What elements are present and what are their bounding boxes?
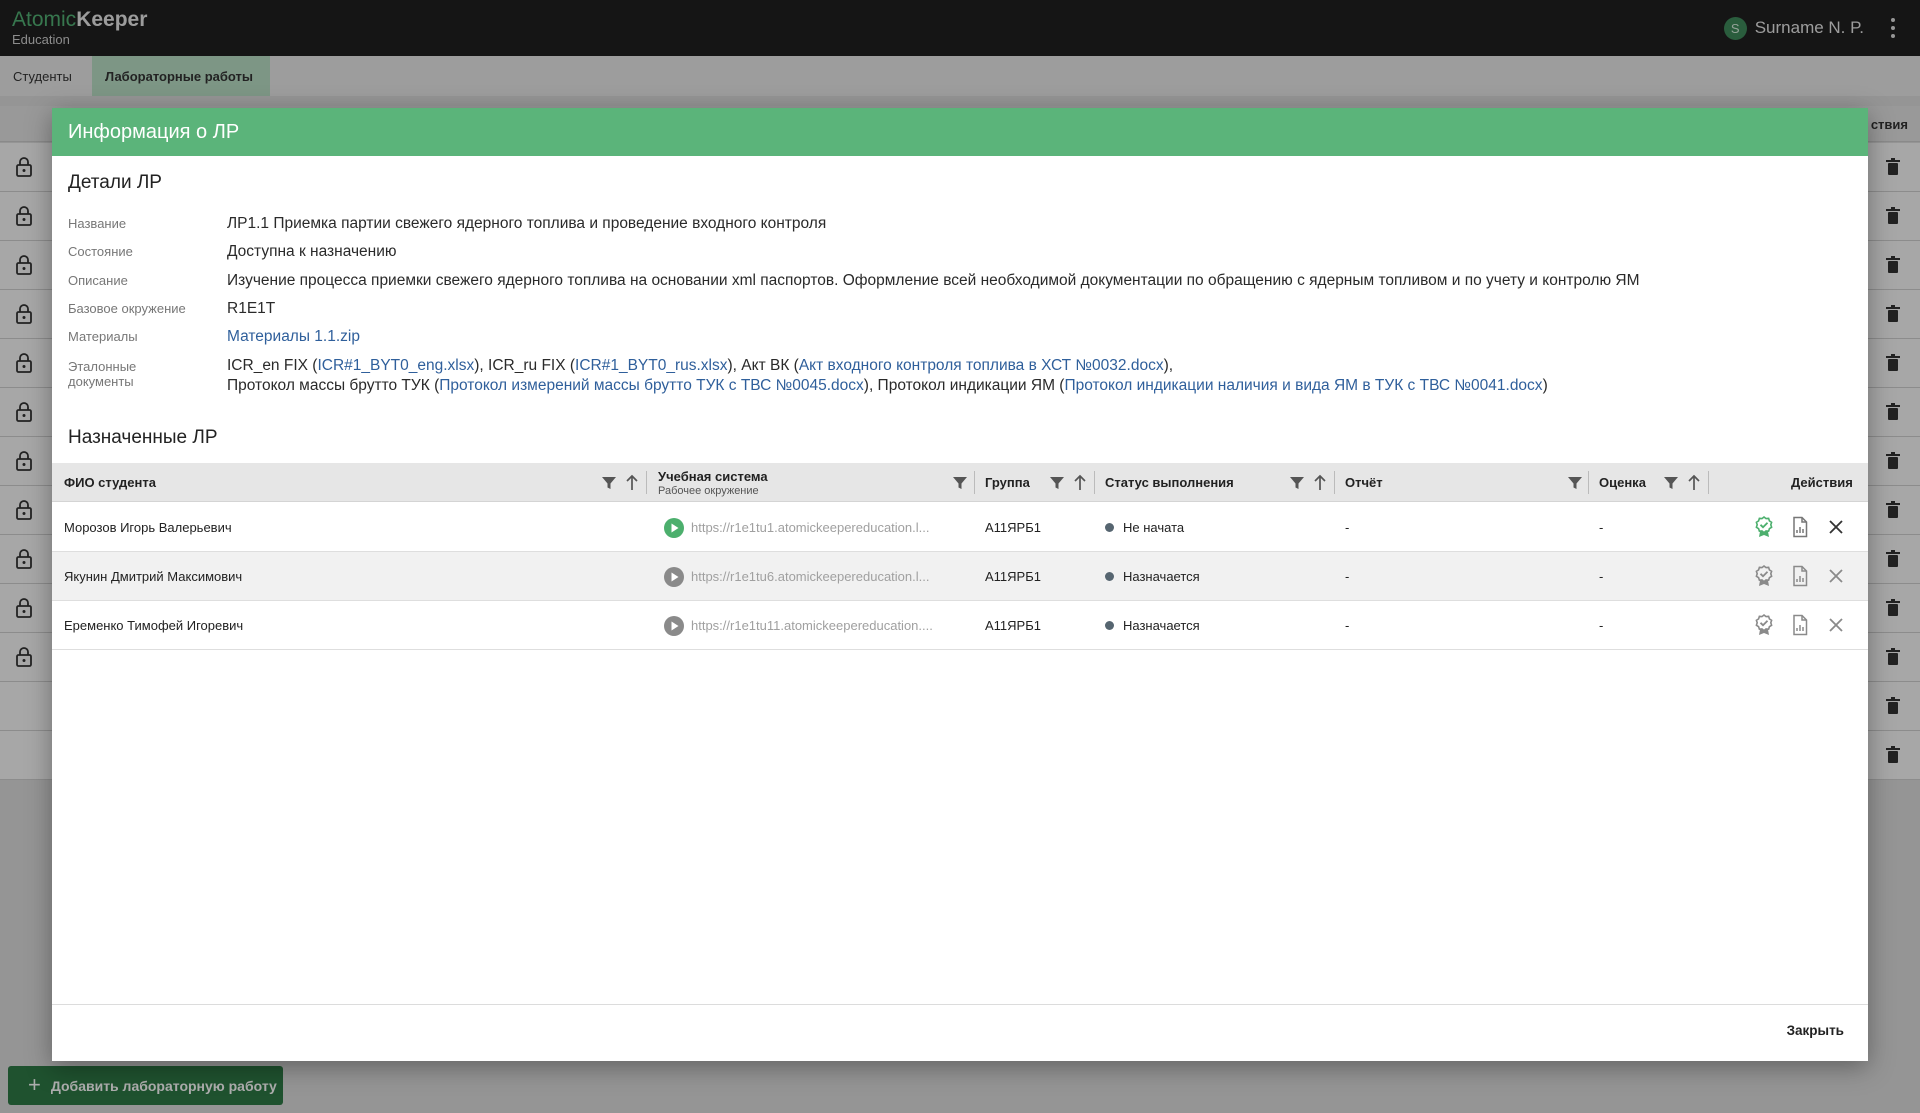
group-cell: А11ЯРБ1 xyxy=(985,569,1041,584)
status-cell: Назначается xyxy=(1105,552,1200,601)
table-row[interactable]: Якунин Дмитрий Максимович https://r1e1tu… xyxy=(52,552,1868,601)
refdocs-line2: Протокол массы брутто ТУК (Протокол изме… xyxy=(227,376,1548,396)
col-grade: Оценка xyxy=(1599,475,1646,490)
status-text: Назначается xyxy=(1123,569,1200,584)
status-dot xyxy=(1105,572,1114,581)
col-system-subtitle: Рабочее окружение xyxy=(658,484,759,497)
play-circle-icon[interactable] xyxy=(664,517,684,538)
grade-award-icon[interactable] xyxy=(1752,515,1776,539)
refdoc-link-icr-eng[interactable]: ICR#1_BYT0_eng.xlsx xyxy=(317,357,474,374)
dialog-title: Информация о ЛР xyxy=(52,108,1868,156)
student-name: Еременко Тимофей Игоревич xyxy=(64,618,244,633)
report-document-icon[interactable] xyxy=(1788,613,1812,637)
detail-env-value: R1E1T xyxy=(227,300,276,317)
status-text: Назначается xyxy=(1123,618,1200,633)
refdoc-text: Протокол массы брутто ТУК ( xyxy=(227,377,440,394)
system-cell: https://r1e1tu6.atomickeepereducation.l.… xyxy=(664,552,951,601)
assigned-section-title: Назначенные ЛР xyxy=(68,427,218,448)
col-report: Отчёт xyxy=(1345,475,1383,490)
lab-info-dialog: Информация о ЛР Детали ЛР Название ЛР1.1… xyxy=(52,108,1868,1061)
close-icon[interactable] xyxy=(1824,613,1848,637)
group-cell: А11ЯРБ1 xyxy=(985,520,1041,535)
status-dot xyxy=(1105,621,1114,630)
grade-cell: - xyxy=(1599,520,1604,535)
system-cell: https://r1e1tu11.atomickeepereducation..… xyxy=(664,601,951,650)
group-cell: А11ЯРБ1 xyxy=(985,618,1041,633)
filter-icon[interactable] xyxy=(1289,475,1305,491)
refdoc-link-act-vk[interactable]: Акт входного контроля топлива в ХСТ №003… xyxy=(799,357,1164,374)
details-section-title: Детали ЛР xyxy=(68,172,162,193)
sort-arrow-up-icon[interactable] xyxy=(625,474,639,491)
report-cell: - xyxy=(1345,520,1350,535)
play-circle-icon[interactable] xyxy=(664,615,684,636)
status-cell: Не начата xyxy=(1105,503,1184,552)
refdoc-link-gross-mass[interactable]: Протокол измерений массы брутто ТУК с ТВ… xyxy=(439,377,864,394)
report-cell: - xyxy=(1345,618,1350,633)
detail-description-label: Описание xyxy=(68,273,128,288)
sort-arrow-up-icon[interactable] xyxy=(1687,474,1701,491)
sort-arrow-up-icon[interactable] xyxy=(1073,474,1087,491)
sort-arrow-up-icon[interactable] xyxy=(1313,474,1327,491)
col-student: ФИО студента xyxy=(64,475,156,490)
filter-icon[interactable] xyxy=(1567,475,1583,491)
student-name: Морозов Игорь Валерьевич xyxy=(64,520,232,535)
student-name: Якунин Дмитрий Максимович xyxy=(64,569,243,584)
col-group: Группа xyxy=(985,475,1030,490)
detail-materials-label: Материалы xyxy=(68,329,138,344)
detail-name-value: ЛР1.1 Приемка партии свежего ядерного то… xyxy=(227,215,827,232)
refdocs-label-line2: документы xyxy=(68,374,134,389)
materials-link[interactable]: Материалы 1.1.zip xyxy=(227,327,360,347)
status-cell: Назначается xyxy=(1105,601,1200,650)
report-document-icon[interactable] xyxy=(1788,515,1812,539)
report-cell: - xyxy=(1345,569,1350,584)
system-url-link[interactable]: https://r1e1tu6.atomickeepereducation.l.… xyxy=(691,569,951,584)
detail-env-label: Базовое окружение xyxy=(68,301,186,316)
detail-state-label: Состояние xyxy=(68,244,133,259)
refdoc-text: ICR_en FIX ( xyxy=(227,357,318,374)
filter-icon[interactable] xyxy=(1049,475,1065,491)
refdoc-link-icr-rus[interactable]: ICR#1_BYT0_rus.xlsx xyxy=(575,357,727,374)
dialog-footer: Закрыть xyxy=(52,1004,1868,1061)
filter-icon[interactable] xyxy=(1663,475,1679,491)
grade-award-icon[interactable] xyxy=(1752,613,1776,637)
refdoc-text: ), Протокол индикации ЯМ ( xyxy=(863,377,1065,394)
status-text: Не начата xyxy=(1123,520,1185,535)
refdoc-link-indication[interactable]: Протокол индикации наличия и вида ЯМ в Т… xyxy=(1064,377,1542,394)
refdoc-text: ), ICR_ru FIX ( xyxy=(474,357,576,374)
detail-description-value: Изучение процесса приемки свежего ядерно… xyxy=(227,272,1640,289)
detail-name-label: Название xyxy=(68,216,127,231)
grade-cell: - xyxy=(1599,618,1604,633)
table-row[interactable]: Еременко Тимофей Игоревич https://r1e1tu… xyxy=(52,601,1868,650)
play-circle-icon[interactable] xyxy=(664,566,684,587)
system-url-link[interactable]: https://r1e1tu1.atomickeepereducation.l.… xyxy=(691,520,951,535)
filter-icon[interactable] xyxy=(601,475,617,491)
detail-refdocs-label: Эталонные документы xyxy=(68,359,218,389)
grade-cell: - xyxy=(1599,569,1604,584)
status-dot xyxy=(1105,523,1114,532)
refdoc-text: ) xyxy=(1542,377,1548,394)
close-dialog-button[interactable]: Закрыть xyxy=(1787,1023,1844,1038)
col-system: Учебная система Рабочее окружение xyxy=(658,468,768,497)
system-url-link[interactable]: https://r1e1tu11.atomickeepereducation..… xyxy=(691,618,951,633)
col-actions: Действия xyxy=(1791,475,1853,490)
assigned-table-header: ФИО студента Учебная система Рабочее окру… xyxy=(52,463,1868,502)
filter-icon[interactable] xyxy=(952,475,968,491)
detail-state-value: Доступна к назначению xyxy=(227,243,397,260)
refdoc-text: ), Акт ВК ( xyxy=(727,357,799,374)
refdocs-label-line1: Эталонные xyxy=(68,359,137,374)
refdocs-line1: ICR_en FIX (ICR#1_BYT0_eng.xlsx), ICR_ru… xyxy=(227,356,1173,376)
system-cell: https://r1e1tu1.atomickeepereducation.l.… xyxy=(664,503,951,552)
table-row[interactable]: Морозов Игорь Валерьевич https://r1e1tu1… xyxy=(52,503,1868,552)
close-icon[interactable] xyxy=(1824,515,1848,539)
report-document-icon[interactable] xyxy=(1788,564,1812,588)
grade-award-icon[interactable] xyxy=(1752,564,1776,588)
refdoc-text: ), xyxy=(1163,357,1174,374)
col-status: Статус выполнения xyxy=(1105,475,1234,490)
close-icon[interactable] xyxy=(1824,564,1848,588)
